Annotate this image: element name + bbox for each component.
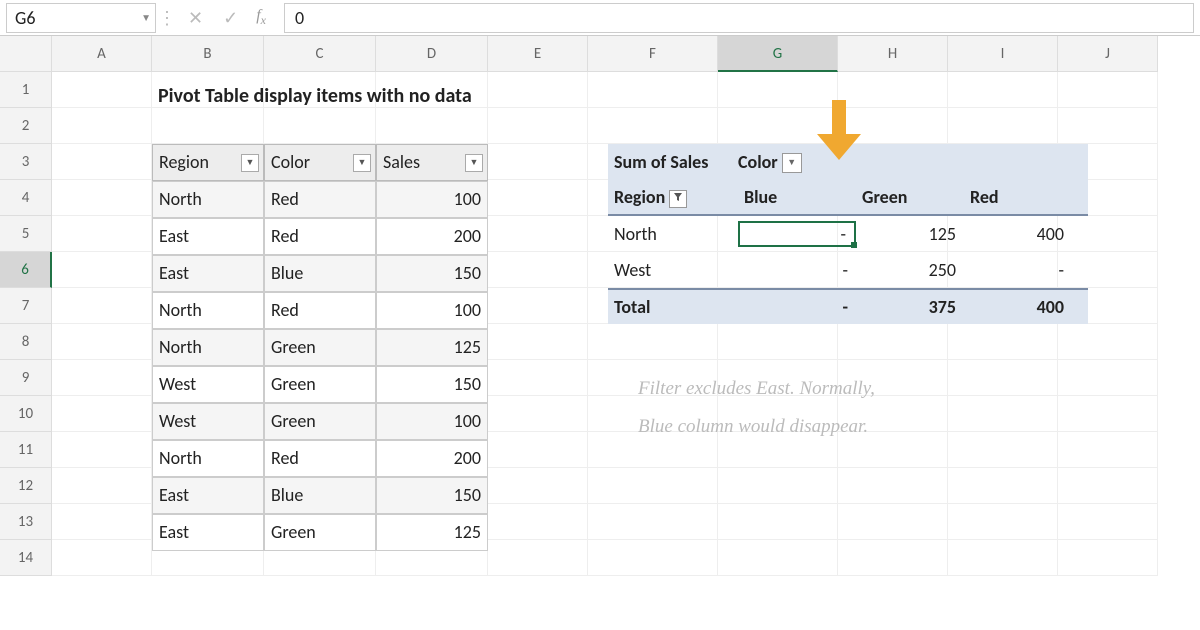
- table-cell[interactable]: East: [152, 514, 264, 551]
- table-cell[interactable]: Green: [264, 514, 376, 551]
- src-header-sales[interactable]: Sales▼: [376, 144, 488, 181]
- table-cell[interactable]: Red: [264, 218, 376, 255]
- page-title: Pivot Table display items with no data: [158, 78, 472, 114]
- pivot-col-green: Green: [856, 186, 964, 208]
- row-header-6[interactable]: 6: [0, 252, 52, 288]
- table-row: EastRed200: [152, 218, 488, 255]
- confirm-icon[interactable]: ✓: [213, 7, 248, 29]
- col-header-C[interactable]: C: [264, 36, 376, 72]
- pivot-col-blue: Blue: [738, 186, 856, 208]
- selected-cell[interactable]: -: [738, 221, 856, 247]
- filter-icon[interactable]: ▼: [241, 154, 259, 172]
- table-cell[interactable]: West: [152, 403, 264, 440]
- table-row: NorthRed100: [152, 292, 488, 329]
- table-cell[interactable]: Red: [264, 440, 376, 477]
- table-row: EastGreen125: [152, 514, 488, 551]
- funnel-filter-icon[interactable]: [669, 190, 687, 208]
- col-header-I[interactable]: I: [948, 36, 1058, 72]
- table-cell[interactable]: North: [152, 329, 264, 366]
- table-cell[interactable]: 125: [376, 514, 488, 551]
- pivot-row-north: North - 125 400: [608, 216, 1088, 252]
- col-header-E[interactable]: E: [488, 36, 588, 72]
- name-box-value: G6: [15, 7, 35, 29]
- row-header-3[interactable]: 3: [0, 144, 52, 180]
- row-header-4[interactable]: 4: [0, 180, 52, 216]
- table-cell[interactable]: Green: [264, 329, 376, 366]
- table-cell[interactable]: West: [152, 366, 264, 403]
- row-header-2[interactable]: 2: [0, 108, 52, 144]
- col-header-A[interactable]: A: [52, 36, 152, 72]
- table-cell[interactable]: East: [152, 255, 264, 292]
- row-header-1[interactable]: 1: [0, 72, 52, 108]
- table-row: NorthRed100: [152, 181, 488, 218]
- pivot-rowfield: Region: [608, 186, 738, 208]
- src-header-region[interactable]: Region▼: [152, 144, 264, 181]
- formula-input[interactable]: 0: [284, 3, 1194, 33]
- table-cell[interactable]: Blue: [264, 477, 376, 514]
- table-row: NorthRed200: [152, 440, 488, 477]
- table-cell[interactable]: Red: [264, 292, 376, 329]
- src-header-color[interactable]: Color▼: [264, 144, 376, 181]
- row-header-10[interactable]: 10: [0, 396, 52, 432]
- col-header-H[interactable]: H: [838, 36, 948, 72]
- dropdown-icon[interactable]: ▼: [141, 11, 151, 24]
- pivot-row-west: West - 250 -: [608, 252, 1088, 288]
- col-header-B[interactable]: B: [152, 36, 264, 72]
- pivot-table: Sum of Sales Color▼ Region Blue Green Re…: [608, 144, 1088, 324]
- table-row: WestGreen100: [152, 403, 488, 440]
- table-cell[interactable]: Blue: [264, 255, 376, 292]
- col-header-G[interactable]: G: [718, 36, 838, 72]
- formula-value: 0: [295, 7, 304, 29]
- table-cell[interactable]: 100: [376, 181, 488, 218]
- table-cell[interactable]: 100: [376, 292, 488, 329]
- table-cell[interactable]: 100: [376, 403, 488, 440]
- row-header-9[interactable]: 9: [0, 360, 52, 396]
- row-header-5[interactable]: 5: [0, 216, 52, 252]
- pivot-values-label: Sum of Sales: [608, 151, 738, 173]
- table-cell[interactable]: North: [152, 181, 264, 218]
- pivot-total-row: Total - 375 400: [608, 288, 1088, 324]
- src-body: NorthRed100EastRed200EastBlue150NorthRed…: [152, 181, 488, 551]
- table-cell[interactable]: 200: [376, 440, 488, 477]
- table-cell[interactable]: East: [152, 477, 264, 514]
- pivot-col-red: Red: [964, 186, 1072, 208]
- col-header-F[interactable]: F: [588, 36, 718, 72]
- row-header-14[interactable]: 14: [0, 540, 52, 576]
- annotation-line1: Filter excludes East. Normally,: [638, 374, 875, 404]
- separator: ⋮: [156, 7, 178, 29]
- table-cell[interactable]: Green: [264, 366, 376, 403]
- table-row: NorthGreen125: [152, 329, 488, 366]
- table-row: WestGreen150: [152, 366, 488, 403]
- table-cell[interactable]: 150: [376, 366, 488, 403]
- name-box[interactable]: G6 ▼: [6, 3, 156, 33]
- table-cell[interactable]: North: [152, 292, 264, 329]
- table-cell[interactable]: East: [152, 218, 264, 255]
- formula-bar: G6 ▼ ⋮ ✕ ✓ fx 0: [0, 0, 1200, 36]
- table-cell[interactable]: Green: [264, 403, 376, 440]
- table-cell[interactable]: Red: [264, 181, 376, 218]
- table-cell[interactable]: 150: [376, 255, 488, 292]
- arrow-icon: [817, 100, 861, 162]
- row-header-8[interactable]: 8: [0, 324, 52, 360]
- source-table: Region▼ Color▼ Sales▼ NorthRed100EastRed…: [152, 144, 488, 551]
- filter-icon[interactable]: ▼: [353, 154, 371, 172]
- dropdown-icon[interactable]: ▼: [782, 153, 802, 173]
- table-cell[interactable]: 125: [376, 329, 488, 366]
- table-cell[interactable]: 150: [376, 477, 488, 514]
- row-header-13[interactable]: 13: [0, 504, 52, 540]
- fx-icon[interactable]: fx: [248, 7, 274, 28]
- table-row: EastBlue150: [152, 477, 488, 514]
- row-header-11[interactable]: 11: [0, 432, 52, 468]
- row-header-7[interactable]: 7: [0, 288, 52, 324]
- col-header-D[interactable]: D: [376, 36, 488, 72]
- annotation-line2: Blue column would disappear.: [638, 412, 868, 442]
- filter-icon[interactable]: ▼: [465, 154, 483, 172]
- pivot-header-row2: Region Blue Green Red: [608, 180, 1088, 216]
- cancel-icon[interactable]: ✕: [178, 7, 213, 29]
- table-cell[interactable]: North: [152, 440, 264, 477]
- table-cell[interactable]: 200: [376, 218, 488, 255]
- row-header-12[interactable]: 12: [0, 468, 52, 504]
- col-header-J[interactable]: J: [1058, 36, 1158, 72]
- table-row: EastBlue150: [152, 255, 488, 292]
